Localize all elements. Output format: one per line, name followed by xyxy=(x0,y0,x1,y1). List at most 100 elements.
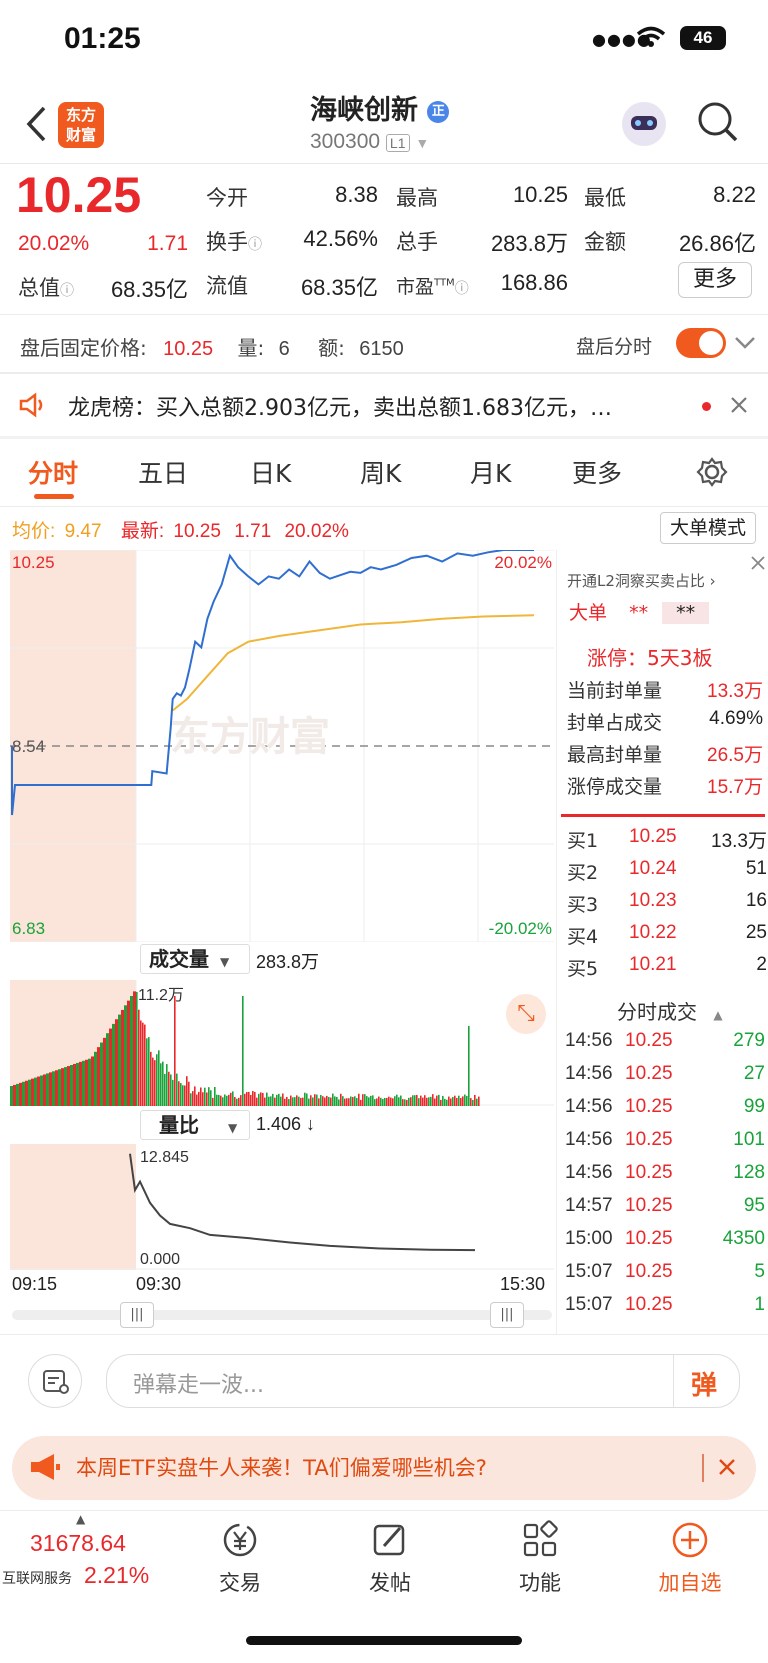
volume-bar xyxy=(466,1095,468,1106)
danmaku-input[interactable]: 弹幕走一波... 弹 xyxy=(106,1354,740,1408)
volume-selector[interactable]: 成交量 ▼ xyxy=(140,944,250,974)
amount-value: 26.86亿 xyxy=(678,231,756,256)
limit-stat-row: 涨停成交量 15.7万 xyxy=(567,772,763,804)
volume-bar xyxy=(380,1097,382,1106)
tab-daily-k[interactable]: 日K xyxy=(250,454,291,490)
limit-stats: 当前封单量 13.3万 封单占成交 4.69% 最高封单量 26.5万 涨停成交量 15.7万 xyxy=(567,676,763,804)
level-badge: L1 xyxy=(385,134,410,152)
volume-bar xyxy=(420,1095,422,1106)
afterhours-qty-label: 量: xyxy=(237,336,265,360)
volume-bar xyxy=(316,1094,318,1106)
tab-five-day[interactable]: 五日 xyxy=(138,454,188,490)
pct-top-label: 20.02% xyxy=(494,553,552,572)
volume-bar xyxy=(282,1093,284,1106)
volume-bar xyxy=(103,1037,106,1106)
danmaku-list-button[interactable] xyxy=(28,1354,82,1408)
news-text[interactable]: 龙虎榜：买入总额2.903亿元，卖出总额1.683亿元，… xyxy=(68,390,688,422)
index-ticker[interactable]: ▲ 31678.64 互联网服务 2.21% xyxy=(0,1512,170,1596)
search-icon[interactable] xyxy=(696,100,740,144)
back-icon[interactable] xyxy=(24,104,48,144)
tab-weekly-k[interactable]: 周K xyxy=(360,454,401,490)
limit-stat-label: 封单占成交 xyxy=(567,712,663,734)
volume-bar xyxy=(432,1094,434,1106)
volume-bar xyxy=(440,1099,442,1106)
afterhours-toggle[interactable] xyxy=(676,328,726,358)
more-button[interactable]: 更多 xyxy=(678,262,752,298)
volume-bar xyxy=(160,1063,162,1106)
close-icon[interactable] xyxy=(751,556,765,570)
volume-bar xyxy=(202,1092,204,1106)
nav-trade[interactable]: 交易 xyxy=(180,1520,300,1597)
nav-functions[interactable]: 功能 xyxy=(480,1520,600,1597)
volume-chart[interactable]: 11.2万 xyxy=(10,980,554,1106)
ratio-selector[interactable]: 量比 ▼ xyxy=(140,1110,250,1140)
intraday-price-chart[interactable]: 东方财富 10.25 8.54 6.83 20.02% -20.02% xyxy=(10,550,554,942)
stock-code: 300300 xyxy=(310,130,381,153)
ticks-title[interactable]: 分时成交 ▲ xyxy=(617,996,723,1025)
range-handle-left[interactable]: ||| xyxy=(120,1302,154,1328)
volume-bar xyxy=(208,1087,210,1106)
volume-bar xyxy=(332,1093,334,1106)
afterhours-price: 10.25 xyxy=(163,338,214,360)
chevron-down-icon: ▼ xyxy=(415,135,430,151)
tab-intraday[interactable]: 分时 xyxy=(28,454,78,490)
tick-row: 15:07 10.25 1 xyxy=(565,1294,765,1327)
chevron-down-icon[interactable] xyxy=(734,336,756,350)
bid-row[interactable]: 买1 10.25 13.3万 xyxy=(567,826,767,858)
nav-add-watchlist[interactable]: 加自选 xyxy=(630,1520,750,1597)
close-icon[interactable] xyxy=(730,396,748,414)
volume-bar xyxy=(156,1054,158,1106)
volume-bar xyxy=(444,1098,446,1106)
nav-post[interactable]: 发帖 xyxy=(330,1520,450,1597)
tick-time: 15:00 xyxy=(565,1228,613,1249)
unread-dot xyxy=(702,402,711,411)
expand-icon[interactable]: ⤡ xyxy=(506,994,546,1034)
limit-stat-label: 最高封单量 xyxy=(567,744,663,766)
volume-ratio-chart[interactable]: 12.845 0.000 xyxy=(10,1144,554,1270)
bid-row[interactable]: 买4 10.22 25 xyxy=(567,922,767,954)
tab-more[interactable]: 更多 xyxy=(572,454,622,490)
tick-row: 14:57 10.25 95 xyxy=(565,1195,765,1228)
gear-icon[interactable] xyxy=(696,456,728,488)
tick-price: 10.25 xyxy=(625,1030,673,1051)
robot-avatar-icon[interactable] xyxy=(622,102,666,146)
index-pct: 2.21% xyxy=(84,1562,150,1588)
close-icon[interactable] xyxy=(718,1458,736,1476)
note-icon xyxy=(43,1370,69,1394)
range-handle-right[interactable]: ||| xyxy=(490,1302,524,1328)
low-label: 最低 xyxy=(584,186,626,210)
app-logo[interactable]: 东方 财富 xyxy=(58,102,104,148)
open-label: 今开 xyxy=(206,186,248,210)
volume-bar xyxy=(454,1095,456,1106)
bid-row[interactable]: 买2 10.24 51 xyxy=(567,858,767,890)
ratio-title: 量比 xyxy=(159,1113,199,1137)
bid-row[interactable]: 买5 10.21 2 xyxy=(567,954,767,986)
more-button-label: 更多 xyxy=(692,267,737,292)
tick-qty: 101 xyxy=(733,1129,765,1150)
volume-bar xyxy=(442,1095,444,1106)
promo-banner[interactable]: 本周ETF实盘牛人来袭！TA们偏爱哪些机会? xyxy=(12,1436,756,1500)
volume-bar xyxy=(372,1095,374,1106)
volume-bar xyxy=(176,1073,178,1106)
volume-bar xyxy=(292,1097,294,1106)
big-order-mode-button[interactable]: 大单模式 xyxy=(660,512,756,544)
yen-cycle-icon xyxy=(223,1523,257,1557)
tick-row: 14:56 10.25 27 xyxy=(565,1063,765,1096)
volume-bar xyxy=(216,1094,218,1106)
danmaku-send-button[interactable]: 弹 xyxy=(691,1365,717,1402)
l2-promo-link[interactable]: 开通L2洞察买卖占比 › xyxy=(567,570,716,591)
volume-bar xyxy=(258,1093,260,1106)
afterhours-amt-label: 额: xyxy=(318,336,345,360)
volume-bar xyxy=(240,1095,242,1106)
volume-bar xyxy=(184,1085,186,1106)
caret-up-icon: ▲ xyxy=(713,1008,723,1022)
bid-row[interactable]: 买3 10.23 16 xyxy=(567,890,767,922)
stock-code-row[interactable]: 300300 L1 ▼ xyxy=(310,130,429,154)
avg-value: 9.47 xyxy=(64,521,102,542)
tab-monthly-k[interactable]: 月K xyxy=(470,454,511,490)
nav-post-label: 发帖 xyxy=(369,1571,411,1595)
volume-bar xyxy=(396,1094,398,1106)
volume-bar xyxy=(364,1094,366,1106)
volume-bar xyxy=(338,1099,340,1106)
volume-bar xyxy=(121,1009,124,1106)
